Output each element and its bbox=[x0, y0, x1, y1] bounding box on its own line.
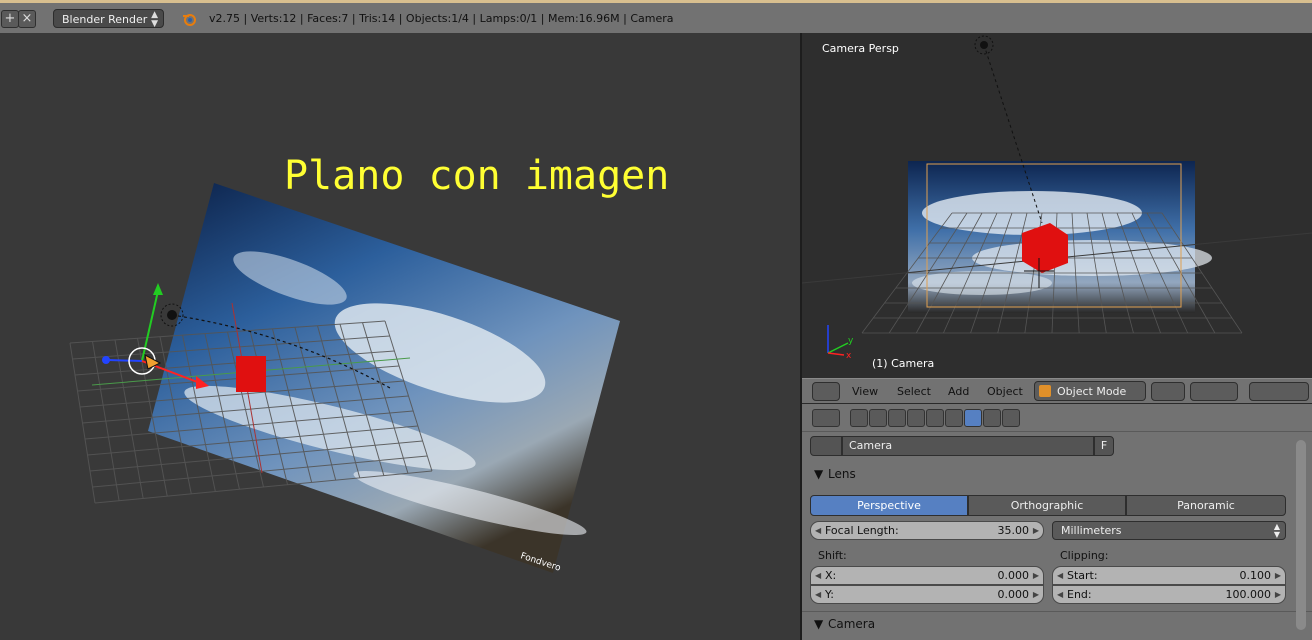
clip-start-value: 0.100 bbox=[1239, 569, 1272, 582]
view-name-label: Camera Persp bbox=[822, 42, 899, 55]
lens-panel-header[interactable]: ▼ Lens bbox=[810, 466, 1288, 488]
object-tab-icon[interactable] bbox=[926, 409, 944, 427]
shift-y-value: 0.000 bbox=[997, 588, 1030, 601]
texture-tab-icon[interactable] bbox=[983, 409, 1001, 427]
scene-graphic: Fondvero bbox=[69, 183, 620, 574]
datablock-name: Camera bbox=[849, 439, 893, 452]
cube-mode-icon bbox=[1039, 385, 1051, 397]
overlay-annotation-text: Plano con imagen bbox=[284, 153, 670, 199]
increment-arrow-icon[interactable]: ▶ bbox=[1033, 567, 1039, 584]
camera-panel-title: Camera bbox=[828, 617, 876, 631]
datablock-name-field[interactable]: Camera bbox=[842, 436, 1094, 456]
active-object-label: (1) Camera bbox=[872, 357, 935, 370]
menu-object[interactable]: Object bbox=[987, 385, 1023, 398]
physics-tab-icon[interactable] bbox=[1002, 409, 1020, 427]
increment-arrow-icon[interactable]: ▶ bbox=[1033, 586, 1039, 603]
add-area-icon[interactable]: + bbox=[1, 10, 19, 28]
shift-x-value: 0.000 bbox=[997, 569, 1030, 582]
decrement-arrow-icon[interactable]: ◀ bbox=[815, 586, 821, 603]
editor-type-icon[interactable] bbox=[812, 382, 840, 401]
lens-panel-title: Lens bbox=[828, 467, 856, 481]
dropdown-arrows-icon: ▲ ▼ bbox=[151, 10, 158, 29]
shift-y-label: Y: bbox=[825, 588, 834, 601]
render-engine-select[interactable]: Blender Render ▲ ▼ bbox=[53, 9, 164, 29]
menu-select[interactable]: Select bbox=[897, 385, 931, 398]
lens-unit-select[interactable]: Millimeters ▲ ▼ bbox=[1052, 521, 1286, 540]
dropdown-arrows-icon: ▲ ▼ bbox=[1273, 522, 1280, 539]
lens-unit-value: Millimeters bbox=[1061, 524, 1122, 537]
increment-arrow-icon[interactable]: ▶ bbox=[1033, 522, 1039, 539]
focal-length-value: 35.00 bbox=[997, 524, 1030, 537]
clipping-label: Clipping: bbox=[1060, 549, 1109, 562]
scene-tab-icon[interactable] bbox=[888, 409, 906, 427]
lens-type-orthographic[interactable]: Orthographic bbox=[968, 495, 1126, 516]
blender-logo-icon bbox=[183, 14, 196, 26]
layers-tab-icon[interactable] bbox=[869, 409, 887, 427]
panel-divider bbox=[802, 611, 1312, 612]
camera-viewport[interactable]: y x Camera Persp (1) Camera bbox=[802, 33, 1312, 378]
menu-view[interactable]: View bbox=[852, 385, 878, 398]
render-engine-label: Blender Render bbox=[62, 13, 148, 26]
world-tab-icon[interactable] bbox=[907, 409, 925, 427]
info-header: + × Blender Render ▲ ▼ v2.75 | Verts:12 |… bbox=[0, 0, 1312, 33]
increment-arrow-icon[interactable]: ▶ bbox=[1275, 586, 1281, 603]
mode-label: Object Mode bbox=[1057, 385, 1127, 398]
shift-x-label: X: bbox=[825, 569, 837, 582]
decrement-arrow-icon[interactable]: ◀ bbox=[1057, 567, 1063, 584]
camera-panel-header[interactable]: ▼ Camera bbox=[810, 616, 1288, 638]
focal-length-label: Focal Length: bbox=[825, 524, 899, 537]
decrement-arrow-icon[interactable]: ◀ bbox=[1057, 586, 1063, 603]
left-3d-viewport[interactable]: Fondvero Plano con imagen bbox=[0, 33, 800, 640]
decrement-arrow-icon[interactable]: ◀ bbox=[815, 567, 821, 584]
properties-editor-type-icon[interactable] bbox=[812, 409, 840, 427]
object-mode-select[interactable]: Object Mode bbox=[1034, 381, 1146, 401]
focal-length-field[interactable]: ◀ Focal Length: 35.00 ▶ bbox=[810, 521, 1044, 540]
svg-text:x: x bbox=[846, 351, 852, 361]
camera-datablock-icon[interactable] bbox=[810, 436, 842, 456]
scene-stats: v2.75 | Verts:12 | Faces:7 | Tris:14 | O… bbox=[209, 12, 674, 25]
fake-user-button[interactable]: F bbox=[1094, 436, 1114, 456]
red-cube bbox=[236, 356, 266, 392]
camera-scene-graphic: y x bbox=[802, 33, 1312, 378]
fake-user-label: F bbox=[1100, 439, 1108, 452]
render-tab-icon[interactable] bbox=[850, 409, 868, 427]
clip-start-field[interactable]: ◀ Start: 0.100 ▶ bbox=[1052, 566, 1286, 585]
clip-end-value: 100.000 bbox=[1225, 588, 1272, 601]
camera-data-tab-icon[interactable] bbox=[964, 409, 982, 427]
shift-x-field[interactable]: ◀ X: 0.000 ▶ bbox=[810, 566, 1044, 585]
close-area-icon[interactable]: × bbox=[18, 10, 36, 28]
clip-start-label: Start: bbox=[1067, 569, 1098, 582]
lens-type-perspective[interactable]: Perspective bbox=[810, 495, 968, 516]
collapse-arrow-icon: ▼ bbox=[814, 467, 824, 481]
shift-label: Shift: bbox=[818, 549, 847, 562]
pivot-point-icon[interactable] bbox=[1190, 382, 1238, 401]
svg-text:y: y bbox=[848, 336, 854, 346]
lens-type-panoramic[interactable]: Panoramic bbox=[1126, 495, 1286, 516]
collapse-arrow-icon: ▼ bbox=[814, 617, 824, 631]
clip-end-label: End: bbox=[1067, 588, 1092, 601]
increment-arrow-icon[interactable]: ▶ bbox=[1275, 567, 1281, 584]
constraints-tab-icon[interactable] bbox=[945, 409, 963, 427]
manipulator-icons[interactable] bbox=[1249, 382, 1309, 401]
clip-end-field[interactable]: ◀ End: 100.000 ▶ bbox=[1052, 585, 1286, 604]
shift-y-field[interactable]: ◀ Y: 0.000 ▶ bbox=[810, 585, 1044, 604]
decrement-arrow-icon[interactable]: ◀ bbox=[815, 522, 821, 539]
viewport-shading-icon[interactable] bbox=[1151, 382, 1185, 401]
menu-add[interactable]: Add bbox=[948, 385, 969, 398]
properties-scrollbar[interactable] bbox=[1296, 440, 1306, 630]
